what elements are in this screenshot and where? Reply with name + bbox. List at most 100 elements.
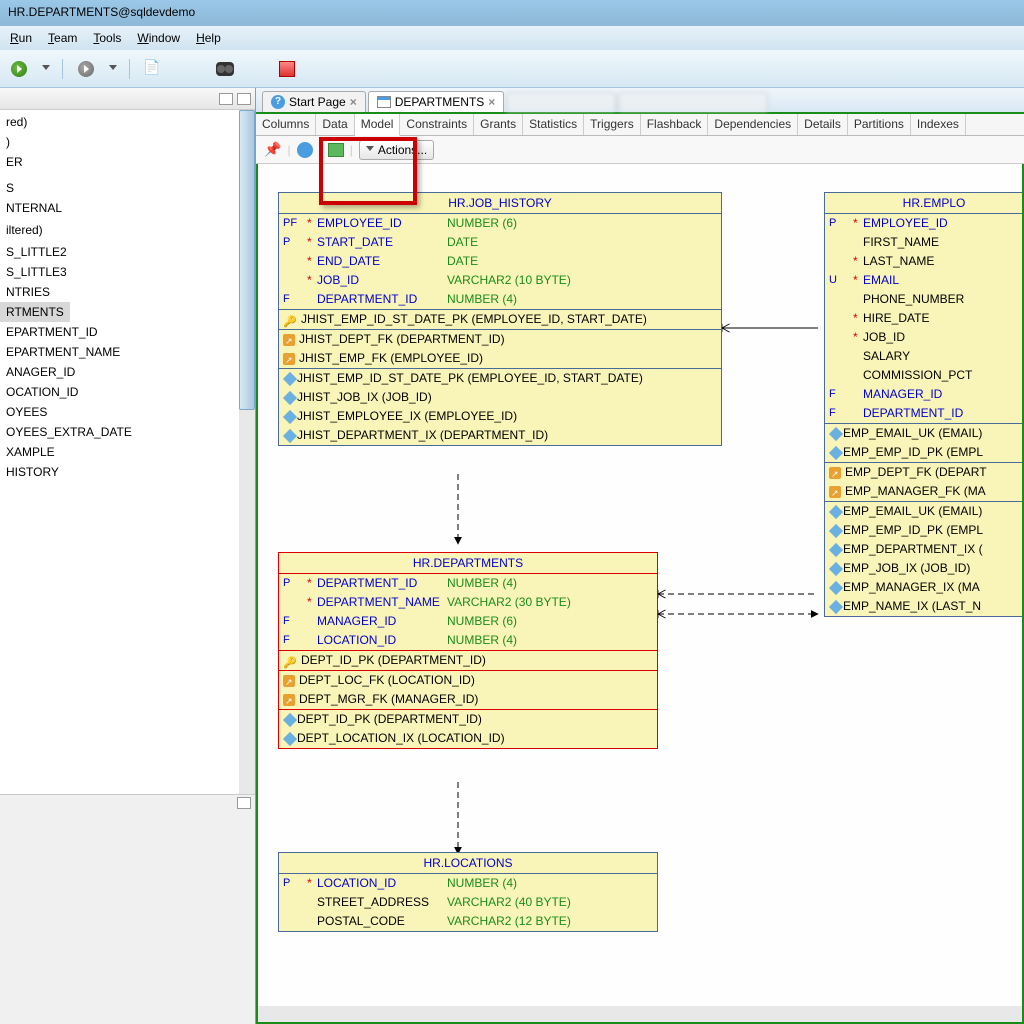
tree-item[interactable]: OYEES_EXTRA_DATE (0, 422, 255, 442)
index-row: EMP_DEPT_FK (DEPART (825, 463, 1024, 482)
index-row: EMP_EMAIL_UK (EMAIL) (825, 502, 1024, 521)
find-button[interactable] (214, 58, 236, 80)
entity-title: HR.JOB_HISTORY (279, 193, 721, 214)
tree-item[interactable]: S_LITTLE2 (0, 242, 255, 262)
index-row: JHIST_EMPLOYEE_IX (EMPLOYEE_ID) (279, 407, 721, 426)
sub-tab-statistics[interactable]: Statistics (523, 114, 584, 135)
pin-icon[interactable]: 📌 (264, 141, 281, 158)
tree-item[interactable]: iltered) (0, 220, 255, 240)
lower-panel-header (0, 795, 255, 815)
tree-item[interactable]: XAMPLE (0, 442, 255, 462)
column-row: POSTAL_CODEVARCHAR2 (12 BYTE) (279, 912, 657, 931)
sub-tab-details[interactable]: Details (798, 114, 848, 135)
tree-item[interactable]: S (0, 178, 255, 198)
window-title: HR.DEPARTMENTS@sqldevdemo (8, 5, 195, 19)
tree-item[interactable]: red) (0, 112, 255, 132)
sub-tab-indexes[interactable]: Indexes (911, 114, 966, 135)
tree-item[interactable]: S_LITTLE3 (0, 262, 255, 282)
entity-employees[interactable]: HR.EMPLO P*EMPLOYEE_IDFIRST_NAME*LAST_NA… (824, 192, 1024, 617)
columns-section: PF*EMPLOYEE_IDNUMBER (6)P*START_DATEDATE… (279, 214, 721, 310)
tree-item[interactable]: OYEES (0, 402, 255, 422)
tree-item[interactable]: NTRIES (0, 282, 255, 302)
menu-team[interactable]: Team (42, 29, 83, 47)
entity-departments[interactable]: HR.DEPARTMENTS P*DEPARTMENT_IDNUMBER (4)… (278, 552, 658, 749)
index-icon (829, 504, 843, 518)
model-icon[interactable] (328, 143, 344, 157)
sql-button[interactable] (142, 58, 164, 80)
column-row: FIRST_NAME (825, 233, 1024, 252)
tree-item[interactable]: NTERNAL (0, 198, 255, 218)
menu-window[interactable]: Window (131, 29, 186, 47)
column-row: *HIRE_DATE (825, 309, 1024, 328)
debug-button[interactable] (75, 58, 97, 80)
column-row: P*LOCATION_IDNUMBER (4) (279, 874, 657, 893)
sub-tab-triggers[interactable]: Triggers (584, 114, 641, 135)
index-icon (829, 599, 843, 613)
chevron-down-icon[interactable] (109, 65, 117, 73)
column-row: *LAST_NAME (825, 252, 1024, 271)
scrollbar-thumb[interactable] (239, 110, 255, 410)
sub-tab-partitions[interactable]: Partitions (848, 114, 911, 135)
entity-job-history[interactable]: HR.JOB_HISTORY PF*EMPLOYEE_IDNUMBER (6)P… (278, 192, 722, 446)
index-section: JHIST_EMP_ID_ST_DATE_PK (EMPLOYEE_ID, ST… (279, 369, 721, 445)
tab-departments[interactable]: DEPARTMENTS × (368, 91, 505, 112)
index-icon (283, 712, 297, 726)
index-row: EMP_EMP_ID_PK (EMPL (825, 443, 1024, 462)
sub-tab-constraints[interactable]: Constraints (400, 114, 474, 135)
entity-locations[interactable]: HR.LOCATIONS P*LOCATION_IDNUMBER (4)STRE… (278, 852, 658, 932)
refresh-icon[interactable] (297, 142, 313, 158)
menu-tools[interactable]: Tools (87, 29, 127, 47)
index-icon (283, 694, 295, 706)
index-icon (283, 334, 295, 346)
title-bar: HR.DEPARTMENTS@sqldevdemo (0, 0, 1024, 26)
sub-tab-grants[interactable]: Grants (474, 114, 523, 135)
minimize-panel-button[interactable] (219, 93, 233, 105)
reports-panel (0, 794, 255, 1024)
model-diagram[interactable]: HR.JOB_HISTORY PF*EMPLOYEE_IDNUMBER (6)P… (256, 164, 1024, 1024)
horizontal-scrollbar[interactable] (258, 1006, 1022, 1022)
pk-text: DEPT_ID_PK (DEPARTMENT_ID) (301, 652, 486, 669)
column-row: FMANAGER_ID (825, 385, 1024, 404)
close-tab-button[interactable]: × (350, 95, 357, 109)
sub-tab-flashback[interactable]: Flashback (641, 114, 709, 135)
column-row: STREET_ADDRESSVARCHAR2 (40 BYTE) (279, 893, 657, 912)
column-row: COMMISSION_PCT (825, 366, 1024, 385)
stop-button[interactable] (276, 58, 298, 80)
index-icon (283, 390, 297, 404)
close-tab-button[interactable]: × (488, 95, 495, 109)
index-section: EMP_EMAIL_UK (EMAIL)EMP_EMP_ID_PK (EMPLE… (825, 502, 1024, 616)
tab-start-page[interactable]: ? Start Page × (262, 91, 366, 112)
sub-tab-dependencies[interactable]: Dependencies (708, 114, 798, 135)
tree-item[interactable]: OCATION_ID (0, 382, 255, 402)
sub-tab-columns[interactable]: Columns (256, 114, 316, 135)
menu-help[interactable]: Help (190, 29, 227, 47)
separator (62, 59, 63, 79)
sub-tab-model[interactable]: Model (355, 114, 401, 136)
index-icon (829, 580, 843, 594)
columns-section: P*LOCATION_IDNUMBER (4)STREET_ADDRESSVAR… (279, 874, 657, 931)
index-row: JHIST_DEPARTMENT_IX (DEPARTMENT_ID) (279, 426, 721, 445)
run-button[interactable] (8, 58, 30, 80)
tree-item[interactable]: RTMENTS (0, 302, 70, 322)
tree-item[interactable]: HISTORY (0, 462, 255, 482)
connection-tree[interactable]: red))ER SNTERNALiltered)S_LITTLE2S_LITTLE… (0, 110, 255, 794)
tree-item[interactable]: ANAGER_ID (0, 362, 255, 382)
stop-icon (279, 61, 295, 77)
chevron-down-icon[interactable] (42, 65, 50, 73)
pk-text: JHIST_EMP_ID_ST_DATE_PK (EMPLOYEE_ID, ST… (301, 311, 647, 328)
menu-run[interactable]: Run (4, 29, 38, 47)
tree-scrollbar[interactable] (239, 110, 255, 794)
actions-button[interactable]: Actions... (359, 140, 434, 160)
tree-item[interactable]: EPARTMENT_NAME (0, 342, 255, 362)
index-icon (829, 561, 843, 575)
tree-item[interactable]: ) (0, 132, 255, 152)
index-row: DEPT_LOCATION_IX (LOCATION_ID) (279, 729, 657, 748)
restore-panel-button[interactable] (237, 797, 251, 809)
restore-panel-button[interactable] (237, 93, 251, 105)
sub-tab-data[interactable]: Data (316, 114, 354, 135)
separator (129, 59, 130, 79)
tab-blurred[interactable] (506, 92, 616, 112)
tree-item[interactable]: ER (0, 152, 255, 172)
tab-blurred[interactable] (618, 92, 768, 112)
tree-item[interactable]: EPARTMENT_ID (0, 322, 255, 342)
